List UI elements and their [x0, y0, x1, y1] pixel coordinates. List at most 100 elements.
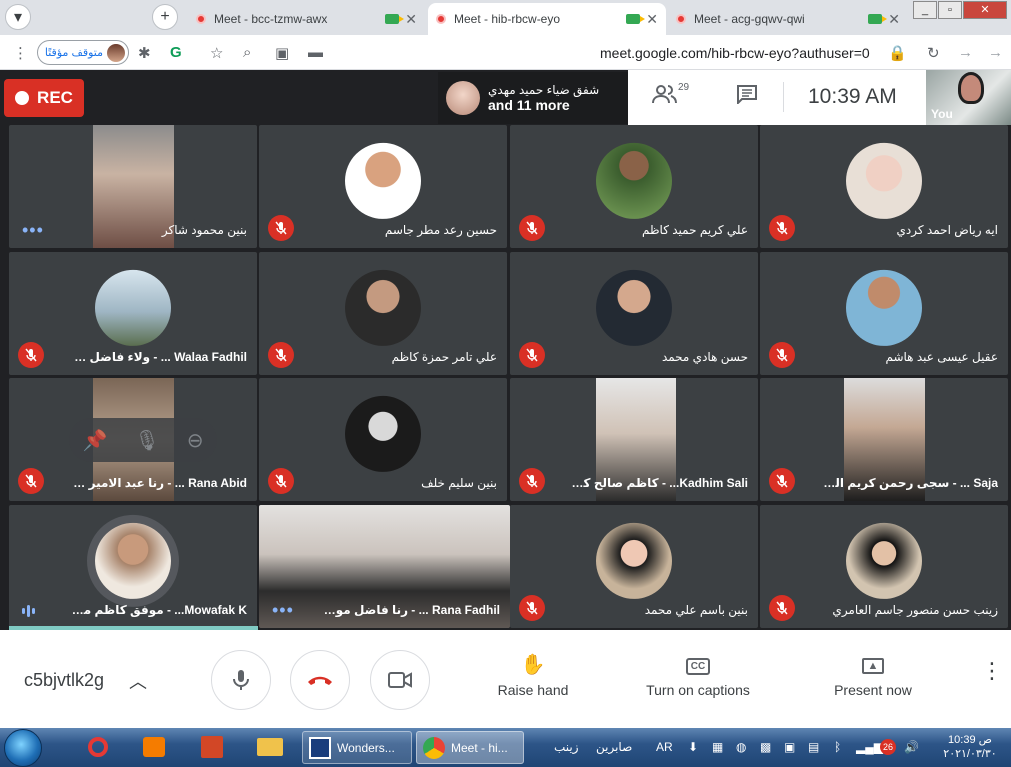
security-tray-icon[interactable]: ◍ [736, 740, 746, 754]
grammarly-icon[interactable]: G [170, 44, 182, 61]
tab-title: Meet - hib-rbcw-eyo [454, 12, 561, 26]
participant-tile[interactable]: 📌 🎙 ⊖ Rana Abid ... - رنا عبد الامير جواد [9, 378, 257, 501]
toolbar-item-zainab[interactable]: زينب [554, 740, 579, 754]
participant-tile[interactable]: بنين سليم خلف [259, 378, 507, 501]
close-window-button[interactable]: ✕ [963, 1, 1007, 19]
audio-level-idle-icon: ••• [272, 600, 294, 620]
language-indicator[interactable]: AR [656, 740, 673, 754]
zoom-icon[interactable]: ⌕ [243, 44, 251, 61]
cast-icon[interactable]: ▬ [308, 44, 323, 61]
participant-tile[interactable]: ايه رياض احمد كردي [760, 125, 1008, 248]
download-icon[interactable]: ⬇ [688, 740, 698, 754]
recording-icon [436, 14, 446, 24]
microphone-button[interactable] [211, 650, 271, 710]
app-tray-icon[interactable]: ▤ [808, 740, 819, 754]
participant-tile[interactable]: Saja ... - سجى رحمن كريم الساعدي [760, 378, 1008, 501]
participant-avatar [446, 81, 480, 115]
participant-tile[interactable]: علي تامر حمزة كاظم [259, 252, 507, 375]
leave-call-button[interactable] [290, 650, 350, 710]
tab-meet-acg[interactable]: Meet - acg-gqwv-qwi ✕ [668, 3, 908, 35]
meeting-info-panel: 29 10:39 AM [628, 70, 926, 125]
tab-meet-hib[interactable]: Meet - hib-rbcw-eyo ✕ [428, 3, 666, 35]
meeting-code[interactable]: c5bjvtlk2g [24, 670, 104, 691]
participant-tile[interactable]: علي كريم حميد كاظم [510, 125, 758, 248]
participant-tile[interactable]: زينب حسن منصور جاسم العامري [760, 505, 1008, 628]
reload-icon[interactable]: ↻ [927, 44, 940, 62]
opera-icon[interactable] [82, 732, 114, 762]
taskbar-app-wondershare[interactable]: Wonders... [302, 731, 412, 764]
chat-icon[interactable] [736, 84, 758, 110]
system-clock[interactable]: 10:39 ص ٢٠٢١/٠٣/٣٠ [935, 733, 1005, 761]
powerpoint-icon[interactable] [196, 732, 228, 762]
app-tray-icon[interactable]: ▩ [760, 740, 771, 754]
meet-camera-icon [626, 14, 646, 24]
participant-tile[interactable]: ••• Rana Fadhil ... - رنا فاضل موسى [259, 505, 510, 628]
captions-button[interactable]: CC Turn on captions [638, 652, 758, 698]
remove-icon[interactable]: ⊖ [187, 428, 204, 453]
present-now-button[interactable]: ▲ Present now [828, 652, 918, 698]
chevron-up-icon[interactable]: ︿ [129, 668, 147, 694]
raise-hand-label: Raise hand [497, 682, 569, 698]
present-label: Present now [834, 682, 912, 698]
toolbar-item-sabreen[interactable]: صابرين [596, 740, 632, 754]
tab-meet-bcc[interactable]: Meet - bcc-tzmw-awx ✕ [188, 3, 425, 35]
participant-tile[interactable]: عقيل عيسى عبد هاشم [760, 252, 1008, 375]
participant-tile[interactable]: Kadhim Sali... - كاظم صالح كاظم [510, 378, 758, 501]
taskbar-app-chrome[interactable]: Meet - hi... [416, 731, 524, 764]
mic-off-icon [268, 468, 294, 494]
self-label: You [931, 107, 953, 121]
participant-avatar [345, 142, 421, 219]
participant-tile[interactable]: حسين رعد مطر جاسم [259, 125, 507, 248]
people-icon[interactable] [652, 84, 678, 110]
profile-avatar [107, 43, 125, 62]
back-icon[interactable]: → [988, 44, 1003, 61]
url-text[interactable]: meet.google.com/hib-rbcw-eyo?authuser=0 [600, 45, 870, 61]
profile-chip[interactable]: متوقف مؤقتًا [37, 40, 129, 65]
participant-avatar [596, 269, 672, 346]
start-button[interactable] [4, 729, 42, 767]
app-tray-icon[interactable]: ▣ [784, 740, 795, 754]
presenter-name: شفق ضياء حميد مهدي [488, 83, 600, 97]
more-options-icon[interactable]: ⋮ [981, 660, 1003, 682]
participant-tile[interactable]: Mowafak K... - موفق كاظم محسن [9, 505, 257, 628]
participant-tile[interactable]: ••• بنين محمود شاكر [9, 125, 257, 248]
raise-hand-button[interactable]: ✋ Raise hand [493, 652, 573, 698]
participant-avatar [846, 522, 922, 599]
forward-icon[interactable]: → [958, 44, 973, 61]
extensions-icon[interactable]: ✱ [138, 44, 151, 62]
participant-tile[interactable]: بنين باسم علي محمد [510, 505, 758, 628]
tab-search-button[interactable]: ▾ [5, 4, 31, 30]
pin-icon[interactable]: 📌 [82, 428, 107, 453]
media-player-icon[interactable] [138, 732, 170, 762]
participant-avatar [596, 142, 672, 219]
camera-permission-icon[interactable]: ▣ [275, 44, 289, 62]
mute-participant-icon[interactable]: 🎙 [134, 428, 159, 453]
bluetooth-icon[interactable]: ᛒ [834, 740, 841, 754]
volume-icon[interactable]: 🔊 [904, 740, 919, 754]
network-tray-icon[interactable]: ▦ [712, 740, 723, 754]
pinned-participant-chip[interactable]: شفق ضياء حميد مهدي and 11 more [438, 72, 628, 124]
participant-avatar [95, 269, 171, 346]
participant-name: علي تامر حمزة كاظم [391, 350, 497, 364]
minimize-button[interactable]: _ [913, 1, 937, 19]
restore-button[interactable]: ▫ [938, 1, 962, 19]
menu-dots-icon[interactable]: ⋮ [13, 44, 28, 62]
explorer-folder-icon[interactable] [254, 732, 286, 762]
self-view[interactable]: You [926, 70, 1011, 125]
close-tab-icon[interactable]: ✕ [646, 11, 658, 28]
signal-icon[interactable]: ▂▄▆ [856, 740, 883, 754]
notification-badge[interactable]: 26 [880, 739, 896, 755]
mic-off-icon [769, 342, 795, 368]
captions-label: Turn on captions [646, 682, 750, 698]
participant-tile[interactable]: Walaa Fadhil ... - ولاء فاضل عبيد [9, 252, 257, 375]
participant-name: حسن هادي محمد [661, 350, 748, 364]
recording-badge: REC [4, 79, 84, 117]
participant-tile[interactable]: حسن هادي محمد [510, 252, 758, 375]
close-tab-icon[interactable]: ✕ [888, 11, 900, 28]
new-tab-button[interactable]: + [152, 4, 178, 30]
close-tab-icon[interactable]: ✕ [405, 11, 417, 28]
participant-avatar [846, 269, 922, 346]
camera-button[interactable] [370, 650, 430, 710]
mic-off-icon [769, 215, 795, 241]
bookmark-star-icon[interactable]: ☆ [210, 44, 223, 62]
